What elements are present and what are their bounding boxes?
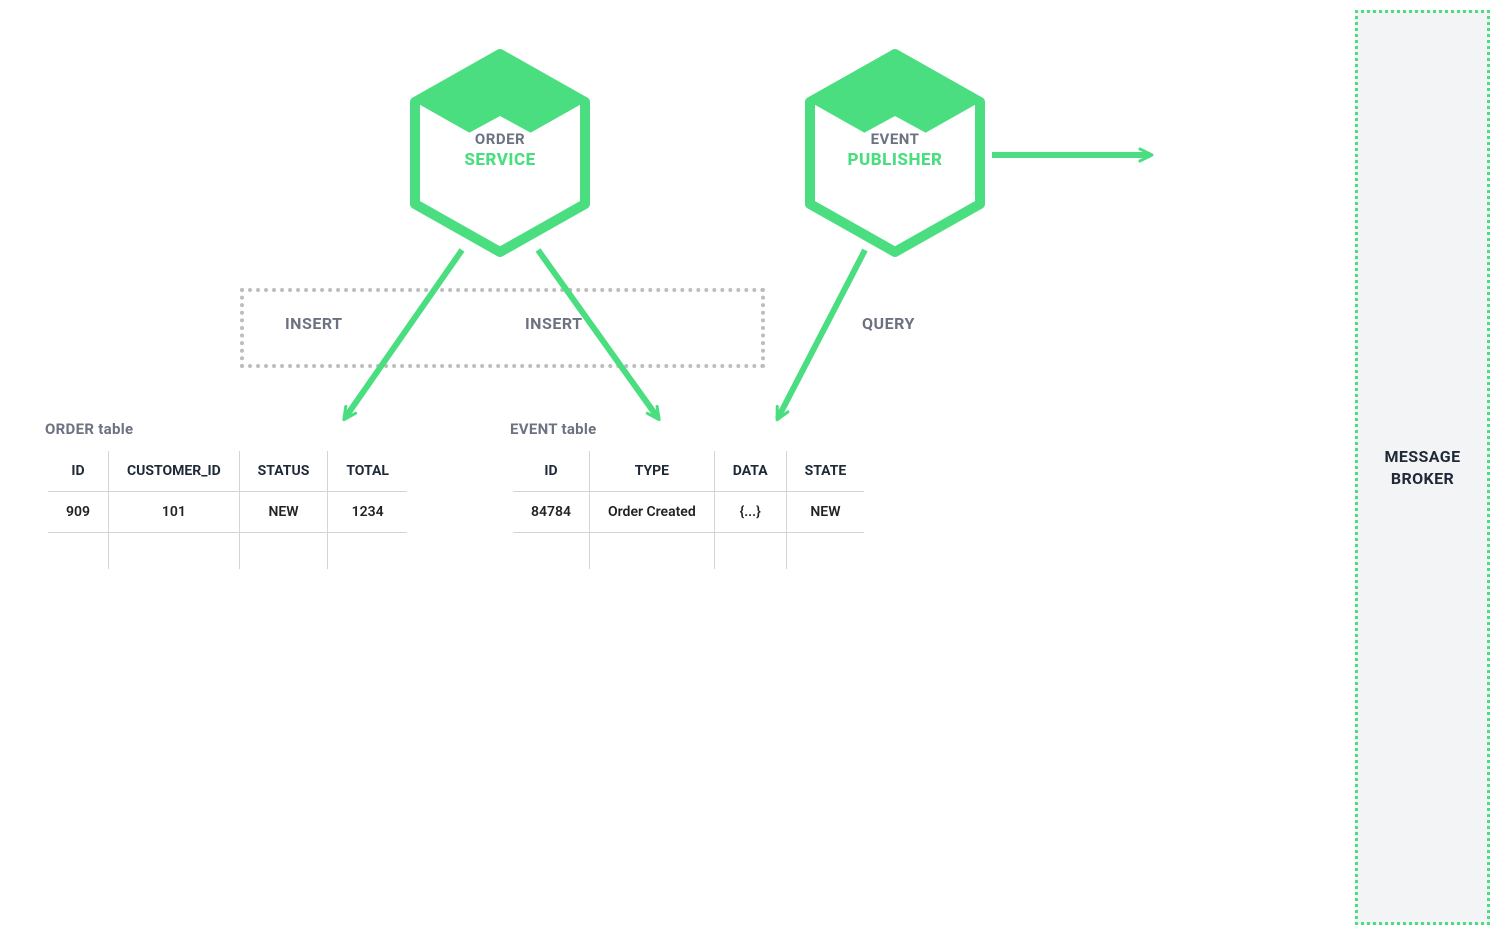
event-publisher-node: EVENT PUBLISHER	[800, 48, 990, 258]
order-table-title: ORDER table	[45, 420, 410, 438]
event-table-cell: Order Created	[590, 492, 715, 533]
query-label: QUERY	[862, 314, 915, 333]
order-service-node: ORDER SERVICE	[405, 48, 595, 258]
event-table: ID TYPE DATA STATE 84784 Order Created {…	[510, 448, 867, 572]
table-row	[512, 533, 866, 571]
order-table-cell: 909	[47, 492, 109, 533]
hexagon-icon	[800, 48, 990, 258]
event-table-cell: 84784	[512, 492, 590, 533]
hexagon-icon	[405, 48, 595, 258]
message-broker-label: MESSAGE BROKER	[1384, 446, 1460, 489]
table-row	[47, 533, 409, 571]
event-table-block: EVENT table ID TYPE DATA STATE 84784 Ord…	[510, 420, 867, 572]
insert-label-1: INSERT	[285, 314, 343, 333]
table-row: 909 101 NEW 1234	[47, 492, 409, 533]
order-table-header: ID	[47, 450, 109, 492]
order-table-block: ORDER table ID CUSTOMER_ID STATUS TOTAL …	[45, 420, 410, 572]
order-table-cell: 1234	[328, 492, 409, 533]
arrow-publisher-to-event-table	[778, 250, 865, 418]
event-table-header: STATE	[786, 450, 866, 492]
order-table-header: TOTAL	[328, 450, 409, 492]
insert-label-2: INSERT	[525, 314, 583, 333]
event-table-cell: NEW	[786, 492, 866, 533]
order-table-cell: 101	[109, 492, 240, 533]
message-broker: MESSAGE BROKER	[1355, 10, 1490, 925]
table-row: 84784 Order Created {...} NEW	[512, 492, 866, 533]
event-table-header: ID	[512, 450, 590, 492]
diagram-canvas: ORDER SERVICE EVENT PUBLISHER INSERT INS…	[0, 0, 1500, 935]
order-table-cell: NEW	[239, 492, 328, 533]
order-table-header: STATUS	[239, 450, 328, 492]
event-table-header: TYPE	[590, 450, 715, 492]
order-table-header: CUSTOMER_ID	[109, 450, 240, 492]
order-table: ID CUSTOMER_ID STATUS TOTAL 909 101 NEW …	[45, 448, 410, 572]
event-table-title: EVENT table	[510, 420, 867, 438]
event-table-header: DATA	[714, 450, 786, 492]
event-table-cell: {...}	[714, 492, 786, 533]
